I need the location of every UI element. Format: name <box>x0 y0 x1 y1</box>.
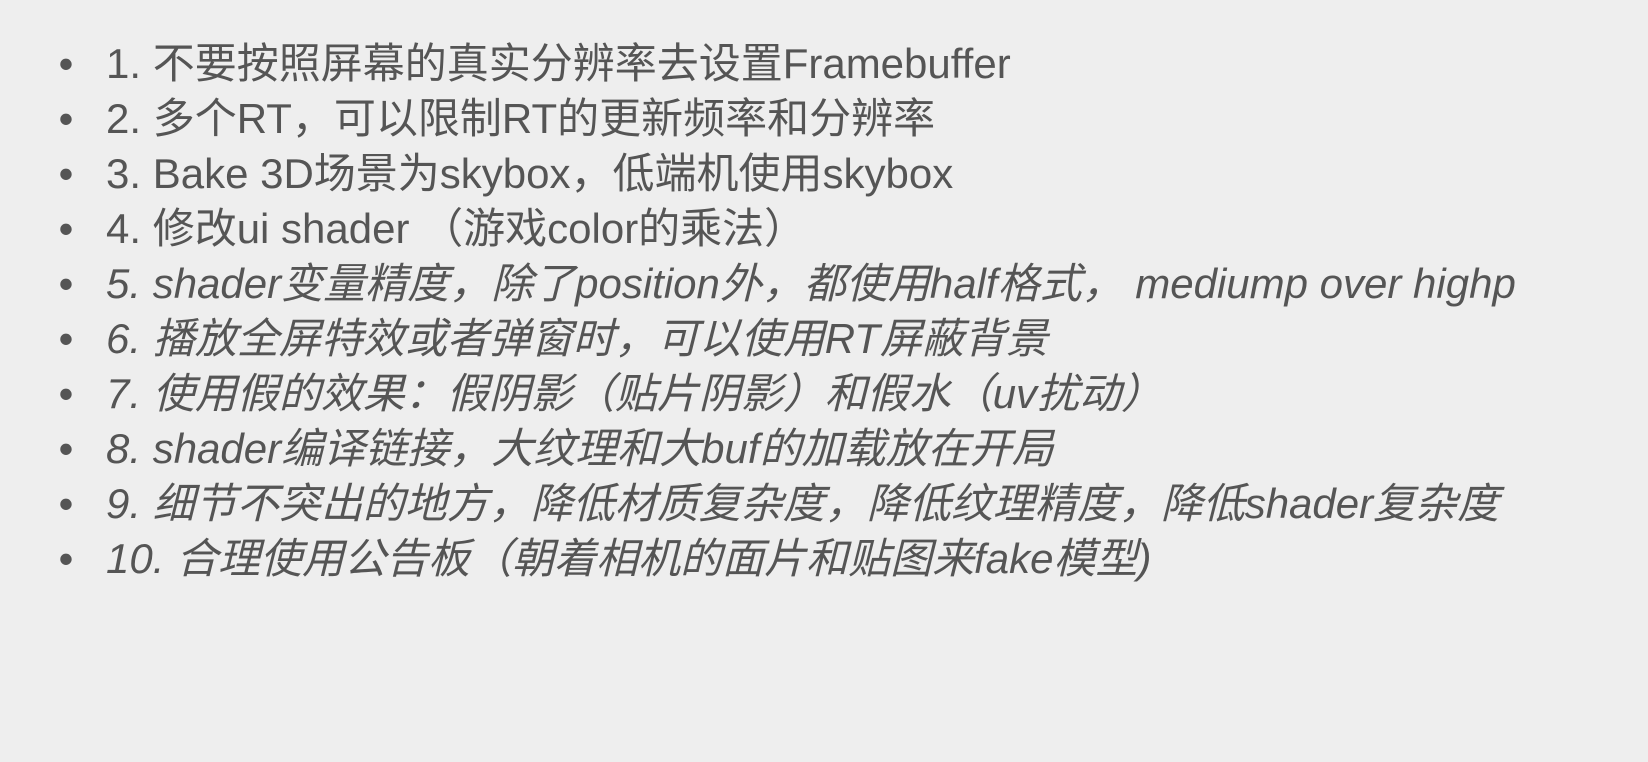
list-item-text: 5. shader变量精度，除了position外，都使用half格式， med… <box>106 260 1516 307</box>
list-item: • 2. 多个RT，可以限制RT的更新频率和分辨率 <box>56 91 1568 146</box>
list-item: • 10. 合理使用公告板（朝着相机的面片和贴图来fake模型) <box>56 531 1568 586</box>
bullet-icon: • <box>58 425 74 472</box>
bullet-icon: • <box>58 150 74 197</box>
bullet-list: • 1. 不要按照屏幕的真实分辨率去设置Framebuffer • 2. 多个R… <box>56 36 1568 586</box>
list-item: • 5. shader变量精度，除了position外，都使用half格式， m… <box>56 256 1568 311</box>
list-item: • 7. 使用假的效果：假阴影（贴片阴影）和假水（uv扰动） <box>56 366 1568 421</box>
list-item-text: 2. 多个RT，可以限制RT的更新频率和分辨率 <box>106 95 936 142</box>
list-item-text: 9. 细节不突出的地方，降低材质复杂度，降低纹理精度，降低shader复杂度 <box>106 480 1500 527</box>
list-item-text: 1. 不要按照屏幕的真实分辨率去设置Framebuffer <box>106 40 1011 87</box>
bullet-icon: • <box>58 315 74 362</box>
bullet-icon: • <box>58 480 74 527</box>
bullet-icon: • <box>58 95 74 142</box>
list-item: • 9. 细节不突出的地方，降低材质复杂度，降低纹理精度，降低shader复杂度 <box>56 476 1568 531</box>
bullet-icon: • <box>58 260 74 307</box>
bullet-icon: • <box>58 40 74 87</box>
bullet-icon: • <box>58 535 74 582</box>
list-item-text: 3. Bake 3D场景为skybox，低端机使用skybox <box>106 150 954 197</box>
list-item: • 3. Bake 3D场景为skybox，低端机使用skybox <box>56 146 1568 201</box>
list-item: • 8. shader编译链接，大纹理和大buf的加载放在开局 <box>56 421 1568 476</box>
list-item: • 6. 播放全屏特效或者弹窗时，可以使用RT屏蔽背景 <box>56 311 1568 366</box>
list-item-text: 10. 合理使用公告板（朝着相机的面片和贴图来fake模型) <box>106 535 1152 582</box>
list-item: • 1. 不要按照屏幕的真实分辨率去设置Framebuffer <box>56 36 1568 91</box>
list-item-text: 6. 播放全屏特效或者弹窗时，可以使用RT屏蔽背景 <box>106 315 1048 362</box>
list-item-text: 7. 使用假的效果：假阴影（贴片阴影）和假水（uv扰动） <box>106 370 1164 417</box>
list-item-text: 8. shader编译链接，大纹理和大buf的加载放在开局 <box>106 425 1054 472</box>
bullet-icon: • <box>58 370 74 417</box>
list-item-text: 4. 修改ui shader （游戏color的乘法） <box>106 205 807 252</box>
slide: • 1. 不要按照屏幕的真实分辨率去设置Framebuffer • 2. 多个R… <box>0 0 1648 762</box>
bullet-icon: • <box>58 205 74 252</box>
list-item: • 4. 修改ui shader （游戏color的乘法） <box>56 201 1568 256</box>
